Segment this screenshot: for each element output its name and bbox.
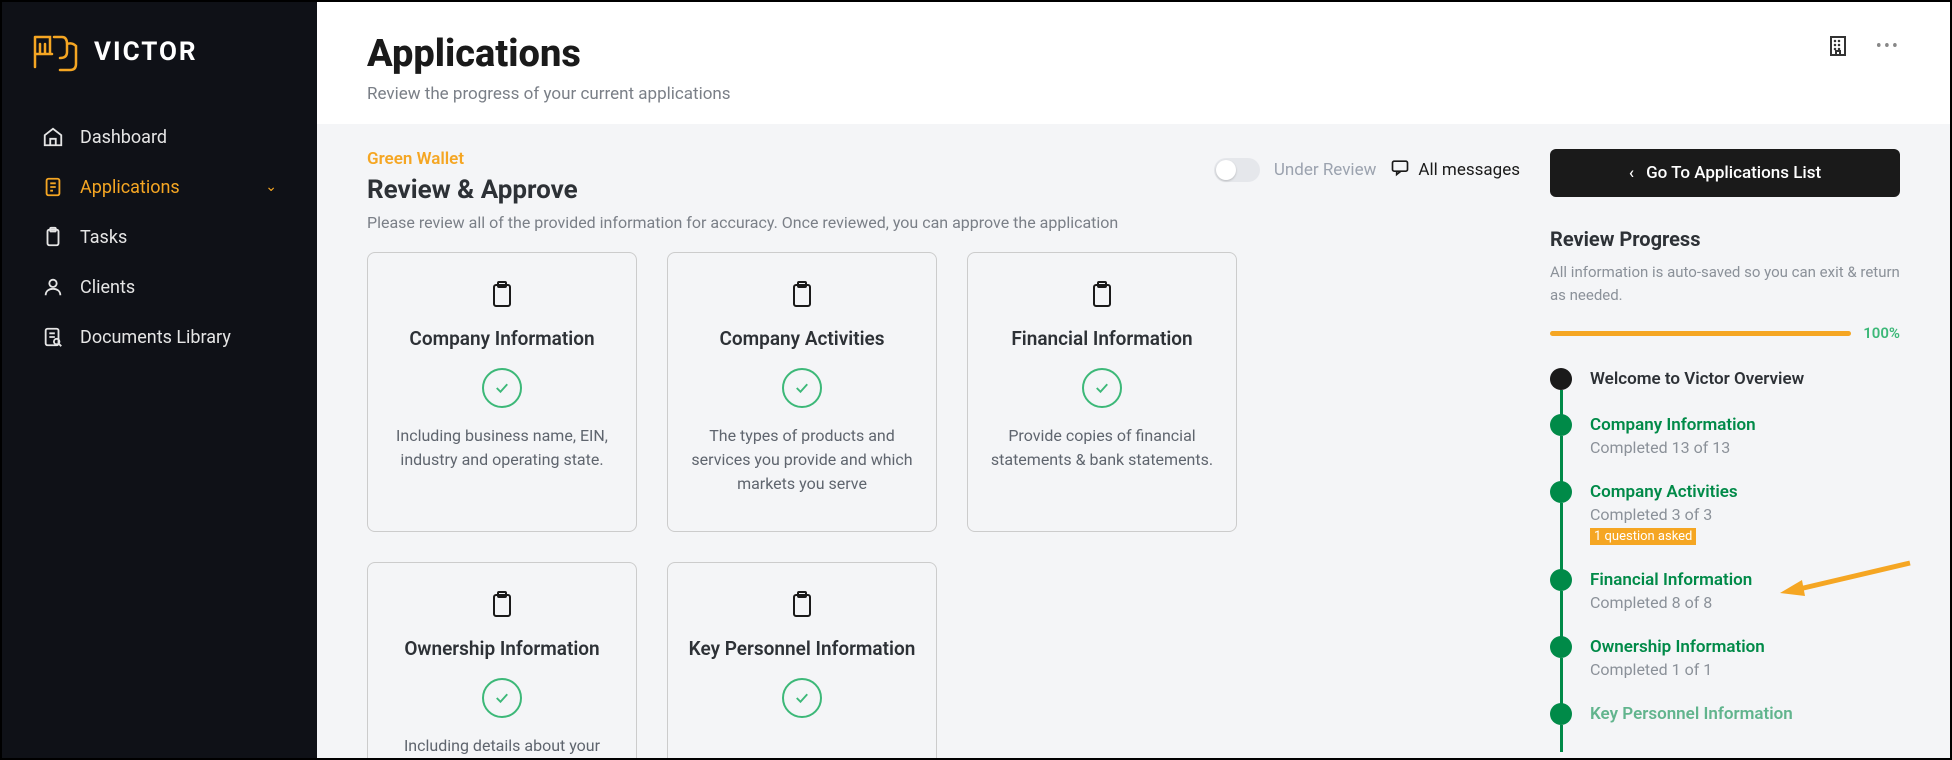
content-area: Green Wallet Review & Approve Please rev… bbox=[317, 124, 1950, 758]
check-icon bbox=[782, 678, 822, 718]
step-title: Company Information bbox=[1590, 414, 1900, 436]
step-dot-icon bbox=[1550, 414, 1572, 436]
logo[interactable]: VICTOR bbox=[22, 32, 297, 72]
logo-text: VICTOR bbox=[94, 37, 198, 67]
main: Applications Review the progress of your… bbox=[317, 2, 1950, 758]
breadcrumb[interactable]: Green Wallet bbox=[367, 149, 1118, 169]
step-dot-icon bbox=[1550, 481, 1572, 503]
clipboard-icon bbox=[1090, 281, 1114, 309]
card-description: Provide copies of financial statements &… bbox=[988, 424, 1216, 472]
step-financial-information[interactable]: Financial Information Completed 8 of 8 bbox=[1550, 569, 1900, 612]
all-messages-link[interactable]: All messages bbox=[1390, 157, 1520, 182]
card-title: Key Personnel Information bbox=[689, 637, 916, 660]
progress-title: Review Progress bbox=[1550, 227, 1900, 251]
card-description: The types of products and services you p… bbox=[688, 424, 916, 496]
progress-description: All information is auto-saved so you can… bbox=[1550, 261, 1900, 306]
more-menu-icon[interactable]: ••• bbox=[1876, 36, 1900, 57]
nav-label: Clients bbox=[80, 277, 135, 298]
step-dot-icon bbox=[1550, 703, 1572, 725]
page-subtitle: Review the progress of your current appl… bbox=[367, 84, 731, 104]
card-company-activities[interactable]: Company Activities The types of products… bbox=[667, 252, 937, 532]
toggle-label: Under Review bbox=[1274, 160, 1377, 180]
step-subtitle: Completed 3 of 3 bbox=[1590, 505, 1900, 524]
clipboard-icon bbox=[790, 591, 814, 619]
page-header: Applications Review the progress of your… bbox=[317, 2, 1950, 124]
step-dot-icon bbox=[1550, 368, 1572, 390]
check-icon bbox=[482, 368, 522, 408]
sidebar-item-applications[interactable]: Applications ⌄ bbox=[22, 162, 297, 212]
person-icon bbox=[42, 276, 64, 298]
card-financial-information[interactable]: Financial Information Provide copies of … bbox=[967, 252, 1237, 532]
progress-steps: Welcome to Victor Overview Company Infor… bbox=[1550, 368, 1900, 726]
home-icon bbox=[42, 126, 64, 148]
nav-label: Dashboard bbox=[80, 127, 167, 148]
card-description: Including details about your owners, man… bbox=[388, 734, 616, 758]
step-company-activities[interactable]: Company Activities Completed 3 of 3 1 qu… bbox=[1550, 481, 1900, 545]
step-key-personnel[interactable]: Key Personnel Information bbox=[1550, 703, 1900, 725]
section-description: Please review all of the provided inform… bbox=[367, 213, 1118, 232]
card-title: Ownership Information bbox=[404, 637, 599, 660]
step-company-information[interactable]: Company Information Completed 13 of 13 bbox=[1550, 414, 1900, 457]
step-ownership-information[interactable]: Ownership Information Completed 1 of 1 bbox=[1550, 636, 1900, 679]
clipboard-icon bbox=[490, 591, 514, 619]
page-title: Applications bbox=[367, 32, 731, 76]
progress-row: 100% bbox=[1550, 324, 1900, 342]
logo-icon bbox=[32, 32, 82, 72]
card-ownership-information[interactable]: Ownership Information Including details … bbox=[367, 562, 637, 758]
step-title: Financial Information bbox=[1590, 569, 1900, 591]
clipboard-icon bbox=[490, 281, 514, 309]
card-title: Company Activities bbox=[719, 327, 884, 350]
chat-icon bbox=[1390, 157, 1410, 182]
go-to-applications-list-button[interactable]: ‹ Go To Applications List bbox=[1550, 149, 1900, 197]
question-badge: 1 question asked bbox=[1590, 528, 1696, 545]
under-review-toggle[interactable] bbox=[1214, 158, 1260, 182]
sidebar-item-documents-library[interactable]: Documents Library bbox=[22, 312, 297, 362]
sidebar-item-dashboard[interactable]: Dashboard bbox=[22, 112, 297, 162]
progress-percent: 100% bbox=[1863, 324, 1900, 342]
sidebar: VICTOR Dashboard Applications ⌄ Tasks Cl… bbox=[2, 2, 317, 758]
step-subtitle: Completed 13 of 13 bbox=[1590, 438, 1900, 457]
step-title: Ownership Information bbox=[1590, 636, 1900, 658]
nav-label: Documents Library bbox=[80, 327, 231, 348]
step-subtitle: Completed 8 of 8 bbox=[1590, 593, 1900, 612]
nav-label: Tasks bbox=[80, 227, 127, 248]
card-company-information[interactable]: Company Information Including business n… bbox=[367, 252, 637, 532]
chevron-down-icon: ⌄ bbox=[265, 179, 277, 195]
chevron-left-icon: ‹ bbox=[1629, 163, 1634, 183]
card-title: Financial Information bbox=[1011, 327, 1192, 350]
step-welcome[interactable]: Welcome to Victor Overview bbox=[1550, 368, 1900, 390]
step-title: Welcome to Victor Overview bbox=[1590, 368, 1900, 390]
clipboard-icon bbox=[790, 281, 814, 309]
step-title: Company Activities bbox=[1590, 481, 1900, 503]
review-progress-panel: ‹ Go To Applications List Review Progres… bbox=[1550, 149, 1900, 733]
building-icon[interactable] bbox=[1824, 32, 1852, 60]
step-subtitle: Completed 1 of 1 bbox=[1590, 660, 1900, 679]
check-icon bbox=[782, 368, 822, 408]
card-description: Including business name, EIN, industry a… bbox=[388, 424, 616, 472]
step-title: Key Personnel Information bbox=[1590, 703, 1900, 725]
check-icon bbox=[1082, 368, 1122, 408]
nav-label: Applications bbox=[80, 177, 180, 198]
progress-bar bbox=[1550, 331, 1851, 336]
document-icon bbox=[42, 176, 64, 198]
card-key-personnel[interactable]: Key Personnel Information bbox=[667, 562, 937, 758]
review-cards: Company Information Including business n… bbox=[367, 252, 1520, 758]
step-dot-icon bbox=[1550, 636, 1572, 658]
step-dot-icon bbox=[1550, 569, 1572, 591]
clipboard-icon bbox=[42, 226, 64, 248]
sidebar-item-clients[interactable]: Clients bbox=[22, 262, 297, 312]
section-title: Review & Approve bbox=[367, 175, 1118, 205]
card-title: Company Information bbox=[409, 327, 594, 350]
library-icon bbox=[42, 326, 64, 348]
sidebar-item-tasks[interactable]: Tasks bbox=[22, 212, 297, 262]
check-icon bbox=[482, 678, 522, 718]
